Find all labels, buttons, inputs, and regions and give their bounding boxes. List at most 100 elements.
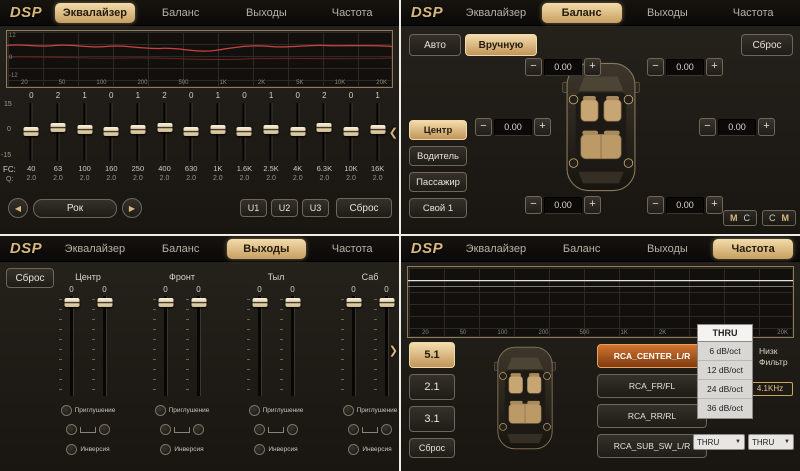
slider-handle[interactable] bbox=[379, 298, 394, 307]
slope-selected-value[interactable]: THRU bbox=[697, 324, 753, 342]
slider-handle[interactable] bbox=[264, 125, 279, 134]
slider-handle[interactable] bbox=[252, 298, 267, 307]
slider-handle[interactable] bbox=[346, 298, 361, 307]
tab-balance[interactable]: Баланс bbox=[141, 239, 221, 259]
tab-frequency[interactable]: Частота bbox=[713, 239, 793, 259]
increment-button[interactable]: + bbox=[534, 118, 551, 136]
decrement-button[interactable]: − bbox=[647, 58, 664, 76]
slider-handle[interactable] bbox=[191, 298, 206, 307]
mode-31-button[interactable]: 3.1 bbox=[409, 406, 455, 432]
slider-handle[interactable] bbox=[130, 125, 145, 134]
rca-sub-button[interactable]: RCA_SUB_SW_L/R bbox=[597, 434, 707, 458]
mc-toggle-right[interactable]: C M bbox=[762, 210, 796, 226]
link-right-checkbox[interactable] bbox=[193, 424, 204, 435]
slope-option-36db[interactable]: 36 dB/oct bbox=[698, 399, 752, 418]
decrement-button[interactable]: − bbox=[525, 58, 542, 76]
slider-handle[interactable] bbox=[210, 125, 225, 134]
tab-equalizer[interactable]: Эквалайзер bbox=[55, 239, 135, 259]
tab-outputs[interactable]: Выходы bbox=[227, 3, 307, 23]
slider-handle[interactable] bbox=[97, 298, 112, 307]
link-left-checkbox[interactable] bbox=[254, 424, 265, 435]
position-passenger-button[interactable]: Пассажир bbox=[409, 172, 467, 192]
mute-checkbox[interactable] bbox=[61, 405, 72, 416]
tab-outputs[interactable]: Выходы bbox=[628, 3, 708, 23]
slider-handle[interactable] bbox=[317, 123, 332, 132]
mc-toggle-left[interactable]: M C bbox=[723, 210, 757, 226]
slider-handle[interactable] bbox=[290, 127, 305, 136]
position-center-button[interactable]: Центр bbox=[409, 120, 467, 140]
mode-21-button[interactable]: 2.1 bbox=[409, 374, 455, 400]
link-left-checkbox[interactable] bbox=[66, 424, 77, 435]
slope-option-12db[interactable]: 12 dB/oct bbox=[698, 361, 752, 380]
invert-checkbox[interactable] bbox=[160, 444, 171, 455]
freq-reset-button[interactable]: Сброс bbox=[409, 438, 455, 458]
tab-equalizer[interactable]: Эквалайзер bbox=[456, 239, 536, 259]
link-right-checkbox[interactable] bbox=[381, 424, 392, 435]
rca-center-button[interactable]: RCA_CENTER_L/R bbox=[597, 344, 707, 368]
tab-balance[interactable]: Баланс bbox=[542, 3, 622, 23]
slider-handle[interactable] bbox=[158, 298, 173, 307]
slider-handle[interactable] bbox=[24, 127, 39, 136]
position-driver-button[interactable]: Водитель bbox=[409, 146, 467, 166]
mode-51-button[interactable]: 5.1 bbox=[409, 342, 455, 368]
increment-button[interactable]: + bbox=[706, 58, 723, 76]
low-filter-slope-select[interactable]: THRU ▼ bbox=[693, 434, 745, 450]
invert-checkbox[interactable] bbox=[66, 444, 77, 455]
slider-handle[interactable] bbox=[104, 127, 119, 136]
scroll-right-icon[interactable]: ❯ bbox=[389, 344, 398, 357]
rca-front-button[interactable]: RCA_FR/FL bbox=[597, 374, 707, 398]
slider-handle[interactable] bbox=[50, 123, 65, 132]
slider-handle[interactable] bbox=[344, 127, 359, 136]
scroll-left-icon[interactable]: ❮ bbox=[389, 126, 398, 139]
tab-balance[interactable]: Баланс bbox=[141, 3, 221, 23]
decrement-button[interactable]: − bbox=[647, 196, 664, 214]
slider-handle[interactable] bbox=[237, 127, 252, 136]
link-right-checkbox[interactable] bbox=[287, 424, 298, 435]
invert-checkbox[interactable] bbox=[348, 444, 359, 455]
user-preset-u1-button[interactable]: U1 bbox=[240, 199, 267, 217]
decrement-button[interactable]: − bbox=[475, 118, 492, 136]
tab-balance[interactable]: Баланс bbox=[542, 239, 622, 259]
manual-mode-button[interactable]: Вручную bbox=[465, 34, 537, 56]
slider-handle[interactable] bbox=[370, 125, 385, 134]
slope-option-24db[interactable]: 24 dB/oct bbox=[698, 380, 752, 399]
position-custom-button[interactable]: Свой 1 bbox=[409, 198, 467, 218]
auto-mode-button[interactable]: Авто bbox=[409, 34, 461, 56]
preset-prev-button[interactable]: ◀ bbox=[8, 198, 28, 218]
slider-handle[interactable] bbox=[184, 127, 199, 136]
rca-rear-button[interactable]: RCA_RR/RL bbox=[597, 404, 707, 428]
user-preset-u3-button[interactable]: U3 bbox=[302, 199, 329, 217]
high-filter-slope-select[interactable]: THRU ▼ bbox=[748, 434, 794, 450]
increment-button[interactable]: + bbox=[584, 58, 601, 76]
user-preset-u2-button[interactable]: U2 bbox=[271, 199, 298, 217]
x-axis-label: 20 bbox=[422, 330, 429, 336]
tab-frequency[interactable]: Частота bbox=[312, 239, 392, 259]
increment-button[interactable]: + bbox=[758, 118, 775, 136]
tab-outputs[interactable]: Выходы bbox=[628, 239, 708, 259]
slider-handle[interactable] bbox=[77, 125, 92, 134]
balance-reset-button[interactable]: Сброс bbox=[741, 34, 793, 56]
link-left-checkbox[interactable] bbox=[348, 424, 359, 435]
invert-checkbox[interactable] bbox=[254, 444, 265, 455]
increment-button[interactable]: + bbox=[706, 196, 723, 214]
tab-equalizer[interactable]: Эквалайзер bbox=[55, 3, 135, 23]
decrement-button[interactable]: − bbox=[699, 118, 716, 136]
tab-frequency[interactable]: Частота bbox=[713, 3, 793, 23]
mute-checkbox[interactable] bbox=[249, 405, 260, 416]
tab-frequency[interactable]: Частота bbox=[312, 3, 392, 23]
decrement-button[interactable]: − bbox=[525, 196, 542, 214]
slope-option-6db[interactable]: 6 dB/oct bbox=[698, 342, 752, 361]
tab-outputs[interactable]: Выходы bbox=[227, 239, 307, 259]
preset-next-button[interactable]: ▶ bbox=[122, 198, 142, 218]
slider-handle[interactable] bbox=[285, 298, 300, 307]
mute-checkbox[interactable] bbox=[343, 405, 354, 416]
preset-select-button[interactable]: Рок bbox=[33, 199, 117, 218]
increment-button[interactable]: + bbox=[584, 196, 601, 214]
tab-equalizer[interactable]: Эквалайзер bbox=[456, 3, 536, 23]
slider-handle[interactable] bbox=[64, 298, 79, 307]
link-left-checkbox[interactable] bbox=[160, 424, 171, 435]
eq-reset-button[interactable]: Сброс bbox=[336, 198, 392, 218]
link-right-checkbox[interactable] bbox=[99, 424, 110, 435]
slider-handle[interactable] bbox=[157, 123, 172, 132]
mute-checkbox[interactable] bbox=[155, 405, 166, 416]
